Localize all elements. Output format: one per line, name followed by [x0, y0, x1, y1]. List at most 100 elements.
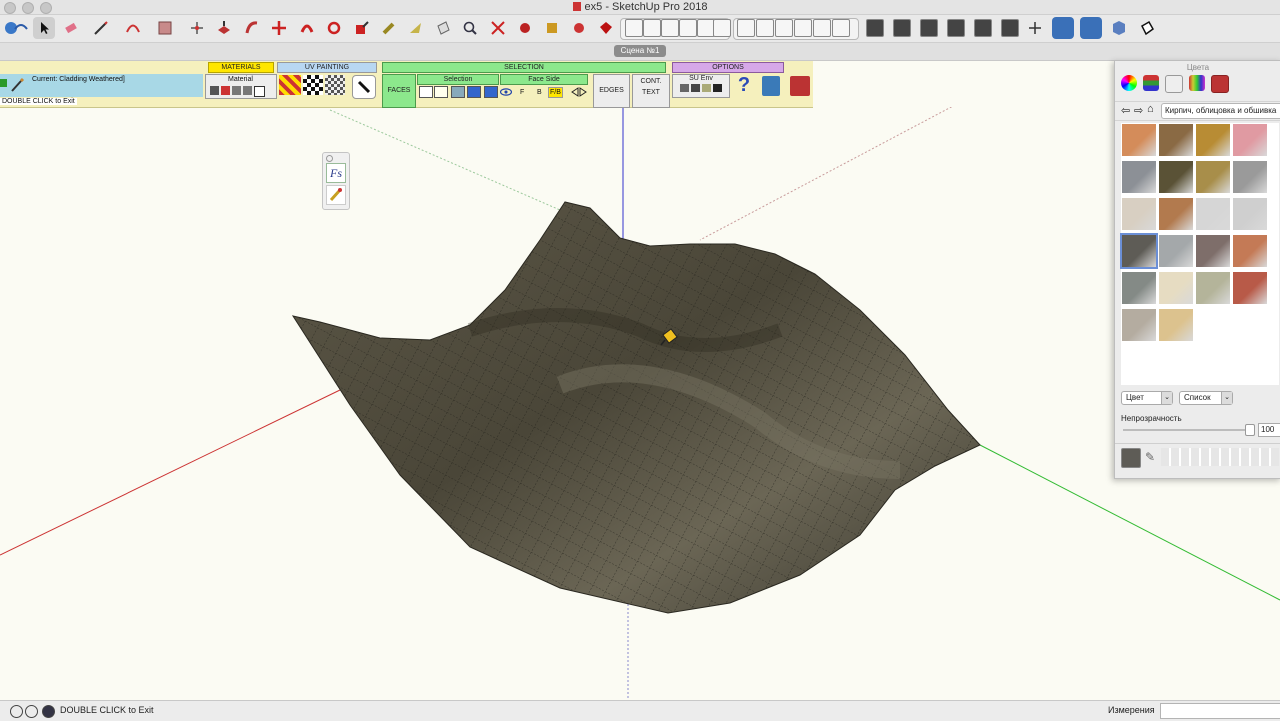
color-wheel-icon[interactable] [1121, 75, 1137, 91]
cont-text-button[interactable]: CONT. TEXT [632, 74, 670, 108]
credits-icon[interactable] [25, 705, 38, 718]
scale-material-icon[interactable] [254, 86, 265, 97]
material-swatch[interactable] [1159, 124, 1193, 156]
rotate-tool-icon[interactable] [323, 17, 345, 39]
material-swatch[interactable] [1122, 124, 1156, 156]
library-dropdown[interactable]: Кирпич, облицовка и обшивка [1161, 103, 1280, 119]
push-pull-icon[interactable] [213, 17, 235, 39]
offset-tool-icon[interactable] [296, 17, 318, 39]
smoove-icon[interactable] [920, 19, 938, 37]
opacity-slider-thumb[interactable] [1245, 424, 1255, 436]
material-swatch[interactable] [1196, 161, 1230, 193]
left-view-icon[interactable] [713, 19, 731, 37]
material-swatch[interactable] [1122, 198, 1156, 230]
scale-tool-icon[interactable] [351, 17, 373, 39]
flip-edge-icon[interactable] [1024, 17, 1046, 39]
fredo-scale-icon[interactable]: Fs [326, 163, 346, 183]
uv-checker-icon[interactable] [303, 75, 323, 95]
select-all-icon[interactable] [451, 86, 465, 98]
material-swatch[interactable] [1159, 198, 1193, 230]
uv-texture-icon[interactable] [279, 75, 301, 95]
select-material-icon[interactable] [484, 86, 498, 98]
materials-panel-icon[interactable] [1136, 17, 1158, 39]
shaded-icon[interactable] [813, 19, 831, 37]
line-tool-icon[interactable] [90, 17, 112, 39]
dropper-icon[interactable] [9, 76, 27, 94]
sandbox-from-scratch-icon[interactable] [893, 19, 911, 37]
paint-bucket-icon[interactable] [432, 17, 454, 39]
iso-view-icon[interactable] [625, 19, 643, 37]
forward-arrow-icon[interactable]: ⇨ [1134, 104, 1143, 117]
opacity-slider-track[interactable] [1123, 429, 1253, 431]
material-swatch[interactable] [1233, 161, 1267, 193]
env-icon-3[interactable] [702, 84, 711, 92]
add-detail-icon[interactable] [1001, 19, 1019, 37]
color-mode-select[interactable]: Цвет ⌄ [1121, 391, 1173, 405]
arc-tool-icon[interactable] [122, 17, 144, 39]
outliner-panel-icon[interactable] [1080, 17, 1102, 39]
delete-trash-icon[interactable] [762, 76, 780, 96]
material-swatch[interactable] [1196, 235, 1230, 267]
material-swatch[interactable] [1233, 198, 1267, 230]
back-side-button[interactable]: B [537, 89, 542, 96]
measurements-input[interactable] [1160, 703, 1280, 719]
texture-swatches-icon[interactable] [1211, 75, 1229, 93]
layout-icon[interactable] [568, 17, 590, 39]
select-layer-icon[interactable] [467, 86, 481, 98]
material-swatch[interactable] [1196, 272, 1230, 304]
material-swatch[interactable] [1159, 161, 1193, 193]
opacity-value-field[interactable]: 100 [1258, 423, 1280, 437]
warehouse-icon[interactable] [514, 17, 536, 39]
orbit-icon[interactable] [10, 17, 32, 39]
axes-tool-icon[interactable] [186, 17, 208, 39]
forward-arrow-icon[interactable] [243, 86, 252, 95]
material-swatch[interactable] [1233, 272, 1267, 304]
material-swatch[interactable] [1159, 235, 1193, 267]
move-tool-icon[interactable] [268, 17, 290, 39]
tools-on-surface-icon[interactable] [326, 185, 346, 205]
faces-button[interactable]: FACES [382, 74, 416, 108]
env-icon-1[interactable] [680, 84, 689, 92]
back-arrow-icon[interactable] [232, 86, 241, 95]
follow-me-icon[interactable] [241, 17, 263, 39]
hidden-line-icon[interactable] [794, 19, 812, 37]
material-swatch[interactable] [1122, 161, 1156, 193]
color-palettes-icon[interactable] [1165, 75, 1183, 93]
help-icon[interactable]: ? [733, 74, 755, 98]
uv-projected-icon[interactable] [325, 75, 345, 95]
material-swatch[interactable] [1233, 235, 1267, 267]
front-side-button[interactable]: F [520, 89, 524, 96]
extension-warehouse-icon[interactable] [541, 17, 563, 39]
material-swatch[interactable] [1122, 309, 1156, 341]
scene-tab[interactable]: Сцена №1 [614, 45, 666, 57]
xray-icon[interactable] [737, 19, 755, 37]
zoom-extents-icon[interactable] [487, 17, 509, 39]
model-viewport[interactable] [0, 59, 1280, 700]
back-arrow-icon[interactable]: ⇦ [1121, 104, 1130, 117]
thru-paint-brush-icon[interactable] [352, 75, 376, 99]
color-sliders-icon[interactable] [1143, 75, 1159, 91]
floating-close-icon[interactable] [326, 155, 333, 162]
stamp-icon[interactable] [947, 19, 965, 37]
tape-measure-icon[interactable] [378, 17, 400, 39]
both-sides-button[interactable]: F/B [548, 87, 563, 98]
shapes-tool-icon[interactable] [154, 17, 176, 39]
exit-door-icon[interactable] [790, 76, 810, 96]
protractor-icon[interactable] [405, 17, 427, 39]
material-swatch[interactable] [1233, 124, 1267, 156]
select-connected-icon[interactable] [434, 86, 448, 98]
layers-panel-icon[interactable] [1052, 17, 1074, 39]
drape-icon[interactable] [974, 19, 992, 37]
material-swatch[interactable] [1196, 198, 1230, 230]
right-view-icon[interactable] [679, 19, 697, 37]
front-view-icon[interactable] [661, 19, 679, 37]
top-view-icon[interactable] [643, 19, 661, 37]
current-color-well[interactable] [1121, 448, 1141, 468]
material-swatch[interactable] [1159, 309, 1193, 341]
eraser-icon[interactable] [60, 17, 82, 39]
material-swatch[interactable] [1120, 233, 1158, 269]
env-icon-4[interactable] [713, 84, 722, 92]
custom-color-wells[interactable] [1161, 448, 1279, 466]
home-icon[interactable]: ⌂ [1147, 103, 1154, 115]
sandbox-from-contours-icon[interactable] [866, 19, 884, 37]
